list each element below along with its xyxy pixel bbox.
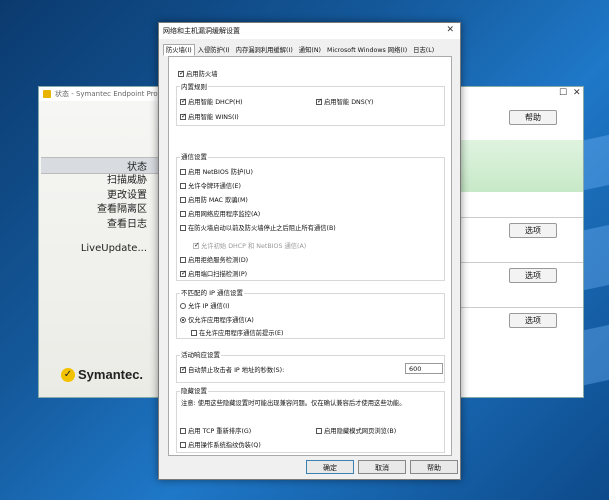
tab-firewall[interactable]: 防火墙(I) [163, 44, 195, 56]
checkbox-unchecked-icon [180, 224, 186, 231]
checkbox-disabled-icon [193, 241, 200, 249]
tcp-resequencing-label: 启用 TCP 重新排序(G) [188, 428, 252, 435]
tab-memory-exploit[interactable]: 内存漏洞利用缓解(I) [233, 44, 296, 56]
checkbox-checked-icon [180, 365, 187, 373]
block-traffic-checkbox[interactable]: 在防火墙启动以前及防火墙停止之后阻止所有通信(B) [180, 223, 336, 232]
anti-mac-spoofing-label: 启用防 MAC 欺骗(M) [188, 197, 248, 204]
comm-settings-title: 通信设置 [180, 151, 208, 161]
nav-change-settings[interactable]: 更改设置 [107, 186, 147, 201]
port-scan-checkbox[interactable]: 启用端口扫描检测(P) [180, 269, 247, 278]
options-button[interactable]: 选项 [509, 268, 557, 283]
token-ring-label: 允许令牌环通信(E) [188, 183, 241, 190]
symantec-check-icon: ✓ [61, 367, 75, 382]
tab-bar: 防火墙(I) 入侵防护(I) 内存漏洞利用缓解(I) 通知(N) Microso… [163, 44, 456, 56]
checkbox-unchecked-icon [180, 210, 186, 217]
stealth-web-checkbox[interactable]: 启用隐藏模式网页浏览(B) [316, 426, 396, 435]
allow-app-only-label: 仅允许应用程序通信(A) [188, 317, 254, 324]
dialog-title: 网络和主机漏洞缓解设置 [159, 23, 460, 39]
netbios-protection-checkbox[interactable]: 启用 NetBIOS 防护(U) [180, 167, 253, 176]
dos-detection-checkbox[interactable]: 启用拒绝服务检测(D) [180, 255, 248, 264]
help-button[interactable]: 帮助 [509, 110, 557, 125]
enable-firewall-checkbox[interactable]: 启用防火墙 [178, 69, 217, 78]
block-seconds-input[interactable]: 600 [405, 363, 443, 374]
allow-app-only-radio[interactable]: 仅允许应用程序通信(A) [180, 315, 254, 324]
builtin-rules-title: 内置规则 [180, 81, 208, 91]
os-fingerprint-checkbox[interactable]: 启用操作系统指纹伪装(Q) [180, 440, 261, 449]
symantec-app-icon [43, 90, 51, 98]
tab-notifications[interactable]: 通知(N) [296, 44, 324, 56]
app-monitoring-checkbox[interactable]: 启用网络应用程序监控(A) [180, 209, 260, 218]
port-scan-label: 启用端口扫描检测(P) [188, 271, 248, 278]
auto-block-label: 自动禁止攻击者 IP 地址的秒数(S): [188, 367, 285, 374]
cancel-button[interactable]: 取消 [358, 460, 406, 474]
allow-dhcp-netbios-label: 允许初始 DHCP 和 NetBIOS 通信(A) [201, 243, 307, 250]
nav-scan[interactable]: 扫描威胁 [107, 171, 147, 186]
stealth-web-label: 启用隐藏模式网页浏览(B) [324, 428, 397, 435]
smart-dns-checkbox[interactable]: 启用智能 DNS(Y) [316, 97, 374, 106]
nav-liveupdate[interactable]: LiveUpdate... [81, 243, 147, 254]
firewall-panel: 启用防火墙 内置规则 启用智能 DHCP(H) 启用智能 DNS(Y) 启用智能… [168, 56, 452, 456]
close-icon[interactable]: ✕ [446, 25, 454, 35]
options-button[interactable]: 选项 [509, 223, 557, 238]
checkbox-checked-icon [180, 112, 187, 120]
checkbox-unchecked-icon [180, 427, 186, 434]
auto-block-checkbox[interactable]: 自动禁止攻击者 IP 地址的秒数(S): [180, 365, 284, 374]
os-fingerprint-label: 启用操作系统指纹伪装(Q) [188, 442, 261, 449]
smart-wins-checkbox[interactable]: 启用智能 WINS(I) [180, 112, 239, 121]
maximize-icon[interactable]: ☐ [559, 88, 567, 98]
symantec-window-title: 状态 - Symantec Endpoint Protecti [55, 90, 174, 98]
prompt-before-app-label: 在允许应用程序通信前提示(E) [199, 330, 284, 337]
checkbox-checked-icon [178, 69, 185, 77]
symantec-logo: ✓ Symantec. [61, 367, 143, 382]
checkbox-unchecked-icon [180, 441, 186, 448]
tcp-resequencing-checkbox[interactable]: 启用 TCP 重新排序(G) [180, 426, 251, 435]
tab-logs[interactable]: 日志(L) [410, 44, 437, 56]
symantec-logo-text: Symantec. [78, 367, 144, 382]
unmatched-ip-title: 不匹配的 IP 通信设置 [180, 287, 244, 297]
close-icon[interactable]: ✕ [573, 88, 581, 98]
smart-dns-label: 启用智能 DNS(Y) [324, 99, 374, 106]
tab-windows-network[interactable]: Microsoft Windows 网络(I) [324, 44, 410, 56]
radio-selected-icon [180, 316, 186, 323]
allow-dhcp-netbios-checkbox[interactable]: 允许初始 DHCP 和 NetBIOS 通信(A) [193, 241, 306, 250]
nav-logs[interactable]: 查看日志 [107, 215, 147, 230]
smart-dhcp-label: 启用智能 DHCP(H) [188, 99, 243, 106]
radio-unselected-icon [180, 302, 186, 309]
smart-wins-label: 启用智能 WINS(I) [188, 114, 239, 121]
checkbox-unchecked-icon [180, 196, 186, 203]
help-button[interactable]: 帮助 [410, 460, 458, 474]
checkbox-unchecked-icon [316, 427, 322, 434]
dos-detection-label: 启用拒绝服务检测(D) [188, 257, 249, 264]
prompt-before-app-checkbox[interactable]: 在允许应用程序通信前提示(E) [191, 328, 283, 337]
allow-ip-radio[interactable]: 允许 IP 通信(I) [180, 301, 230, 310]
token-ring-checkbox[interactable]: 允许令牌环通信(E) [180, 181, 241, 190]
checkbox-unchecked-icon [180, 182, 186, 189]
app-monitoring-label: 启用网络应用程序监控(A) [188, 211, 261, 218]
stealth-title: 隐藏设置 [180, 385, 208, 395]
allow-ip-label: 允许 IP 通信(I) [188, 303, 230, 310]
options-button[interactable]: 选项 [509, 313, 557, 328]
enable-firewall-label: 启用防火墙 [186, 71, 218, 78]
smart-dhcp-checkbox[interactable]: 启用智能 DHCP(H) [180, 97, 243, 106]
stealth-note: 注意: 使用这些隐藏设置时可能出现兼容问题。仅在确认兼容后才使用这些功能。 [181, 400, 406, 407]
netbios-protection-label: 启用 NetBIOS 防护(U) [188, 169, 253, 176]
checkbox-unchecked-icon [180, 168, 186, 175]
checkbox-unchecked-icon [191, 329, 197, 336]
checkbox-unchecked-icon [180, 256, 186, 263]
tab-intrusion-prevention[interactable]: 入侵防护(I) [195, 44, 233, 56]
checkbox-checked-icon [316, 97, 323, 105]
network-host-mitigation-dialog: 网络和主机漏洞缓解设置 ✕ 防火墙(I) 入侵防护(I) 内存漏洞利用缓解(I)… [158, 22, 461, 480]
nav-quarantine[interactable]: 查看隔离区 [97, 200, 147, 215]
ok-button[interactable]: 确定 [306, 460, 354, 474]
checkbox-checked-icon [180, 97, 187, 105]
checkbox-checked-icon [180, 269, 187, 277]
block-traffic-label: 在防火墙启动以前及防火墙停止之后阻止所有通信(B) [188, 225, 336, 232]
symantec-sidebar: 状态 扫描威胁 更改设置 查看隔离区 查看日志 LiveUpdate... ✓ … [39, 101, 159, 397]
anti-mac-spoofing-checkbox[interactable]: 启用防 MAC 欺骗(M) [180, 195, 248, 204]
active-response-title: 活动响应设置 [180, 349, 221, 359]
